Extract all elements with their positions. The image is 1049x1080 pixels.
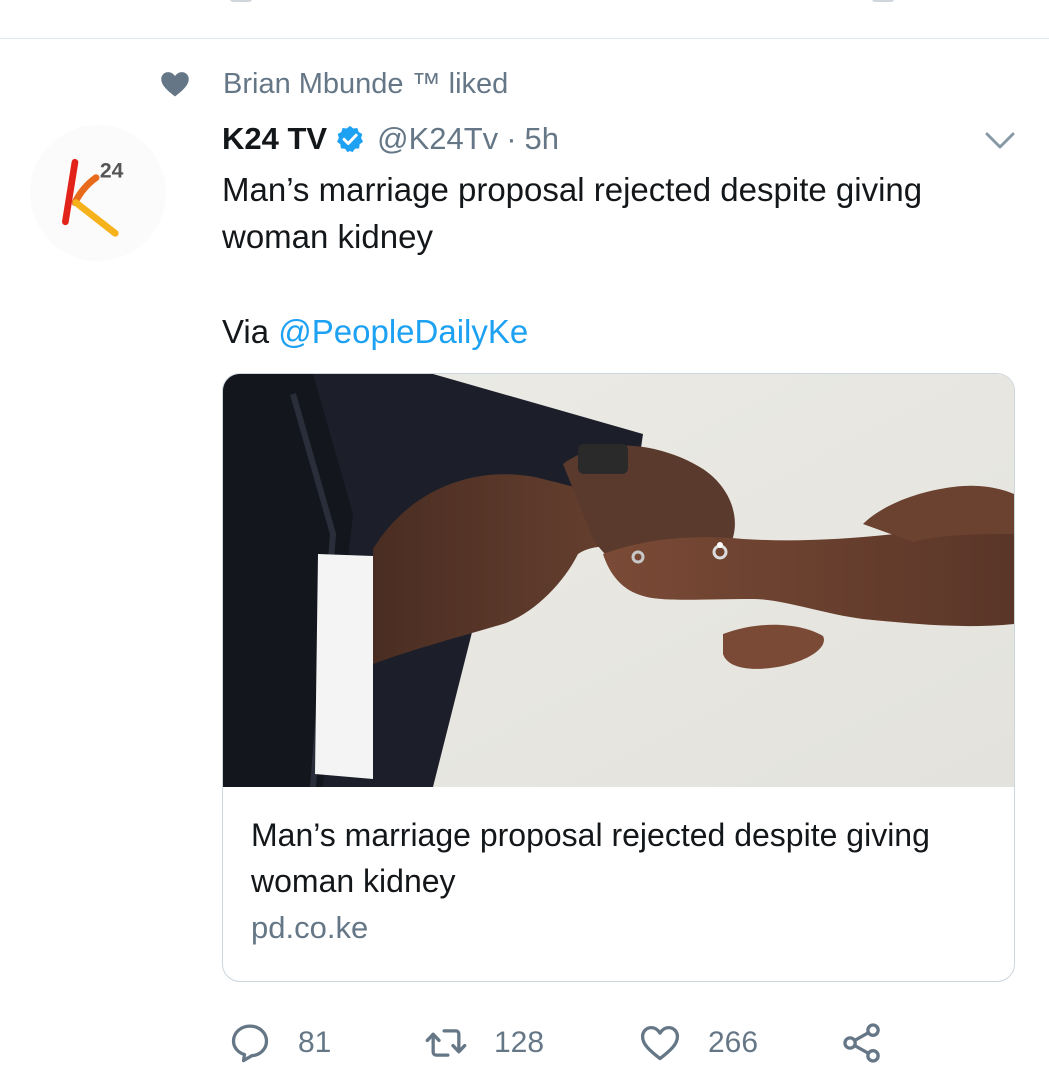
heart-icon xyxy=(161,72,189,97)
timeline: Brian Mbunde ™ liked 24 K24 TV @K24Tv · … xyxy=(0,0,1049,1080)
via-prefix: Via xyxy=(222,313,279,350)
social-context-text[interactable]: Brian Mbunde ™ liked xyxy=(223,68,508,101)
card-domain: pd.co.ke xyxy=(251,910,369,945)
author-name[interactable]: K24 TV xyxy=(222,121,327,157)
retweet-button[interactable]: 128 xyxy=(424,1018,544,1068)
social-context: Brian Mbunde ™ liked xyxy=(160,64,508,104)
via-line: Via @PeopleDailyKe xyxy=(222,308,528,355)
tweet-divider xyxy=(0,38,1049,39)
card-image xyxy=(223,374,1014,787)
timestamp[interactable]: 5h xyxy=(525,121,559,157)
share-button[interactable] xyxy=(840,1018,884,1068)
avatar[interactable]: 24 xyxy=(30,125,166,261)
card-body: Man’s marriage proposal rejected despite… xyxy=(251,812,994,946)
retweet-count: 128 xyxy=(494,1026,545,1059)
k24-logo: 24 xyxy=(62,158,124,237)
share-icon xyxy=(843,1023,880,1063)
separator-dot: · xyxy=(506,121,517,156)
author-handle[interactable]: @K24Tv xyxy=(377,121,498,157)
tweet-header: K24 TV @K24Tv · 5h xyxy=(222,116,559,162)
verified-badge-icon xyxy=(337,125,364,153)
tweet-text: Man’s marriage proposal rejected despite… xyxy=(222,171,923,255)
like-button[interactable]: 266 xyxy=(638,1018,758,1068)
link-card[interactable]: Man’s marriage proposal rejected despite… xyxy=(222,373,1015,982)
like-icon xyxy=(640,1025,680,1061)
previous-tweet-fragment xyxy=(872,0,894,2)
like-count: 266 xyxy=(708,1026,759,1059)
reply-button[interactable]: 81 xyxy=(228,1018,331,1068)
chevron-down-icon[interactable] xyxy=(984,128,1016,154)
action-bar: 81 128 266 xyxy=(228,1018,1028,1068)
retweet-icon xyxy=(425,1029,467,1057)
logo-text: 24 xyxy=(100,160,124,183)
previous-tweet-fragment xyxy=(230,0,252,2)
reply-count: 81 xyxy=(298,1026,332,1059)
reply-icon xyxy=(231,1024,269,1063)
card-title: Man’s marriage proposal rejected despite… xyxy=(251,817,930,899)
mention-link[interactable]: @PeopleDailyKe xyxy=(278,313,528,350)
